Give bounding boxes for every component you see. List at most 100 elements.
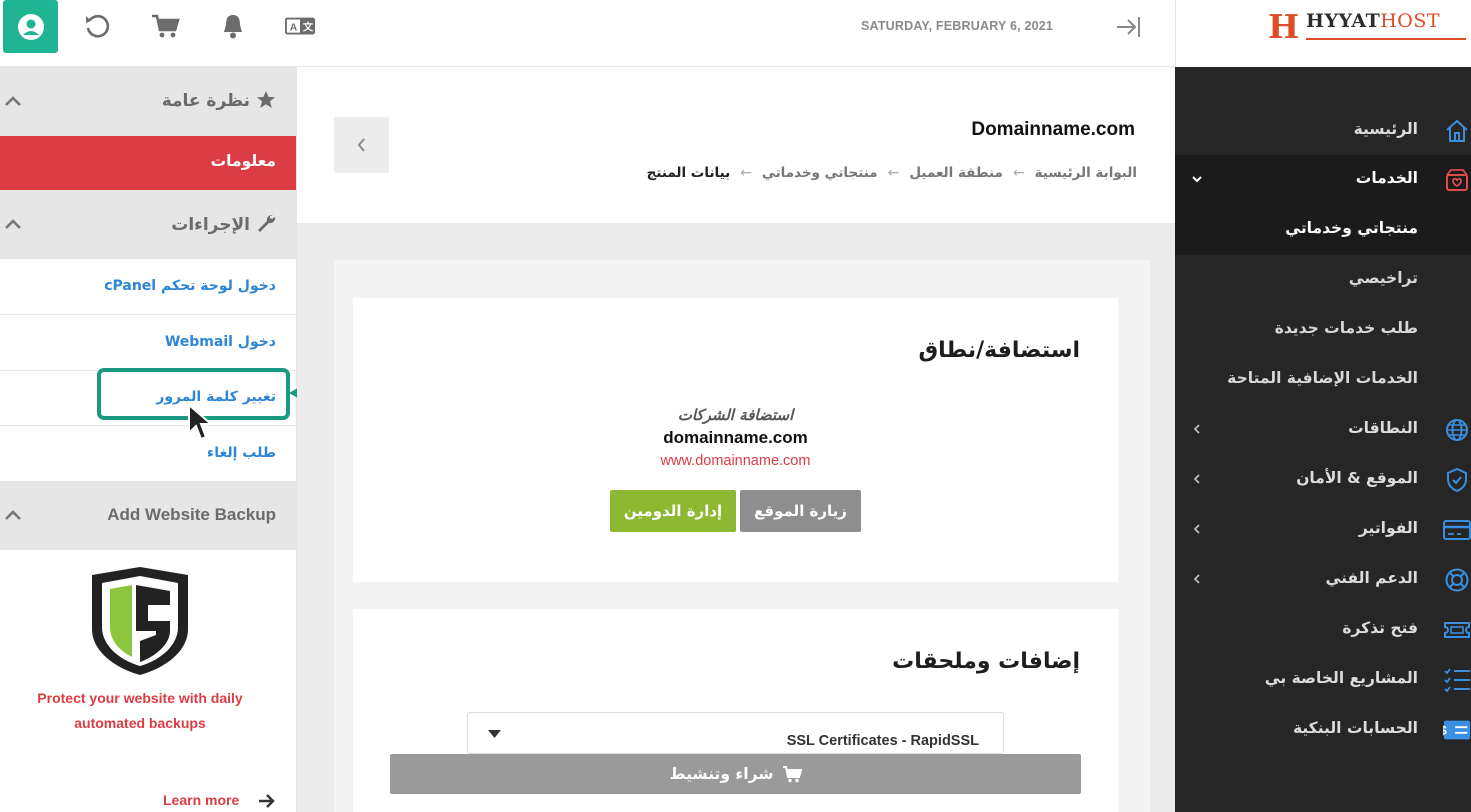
breadcrumb-current: بيانات المنتج [646,165,731,181]
box-icon [1443,166,1471,194]
arrow-icon: ← [1012,165,1025,181]
arrow-icon: ← [740,165,752,181]
cart-icon [782,766,802,783]
chevron-left-icon [1193,474,1200,484]
buy-activate-button[interactable]: شراء وتنشيط [390,754,1081,794]
notifications-button[interactable] [218,11,248,41]
refresh-icon [86,14,110,38]
chevron-left-icon [357,138,365,152]
cpanel-login-link[interactable]: دخول لوحة تحكم cPanel [0,259,296,315]
manage-domain-button[interactable]: إدارة الدومين [610,490,736,532]
buy-button-label: شراء وتنشيط [669,765,774,783]
sidebar-subitem-licenses[interactable]: تراخيصي [1175,255,1471,305]
chevron-left-icon [1193,424,1200,434]
visit-website-button[interactable]: زيارة الموقع [740,490,861,532]
sidebar-item-security[interactable]: الموقع & الأمان [1175,455,1471,505]
logo-underline [1306,38,1466,40]
hosting-section-title: استضافة/نطاق [918,338,1081,363]
backup-panel-header[interactable]: Add Website Backup [0,481,296,550]
star-icon [257,91,275,108]
user-account-button[interactable] [3,0,58,53]
wrench-icon [258,214,276,232]
sidebar-item-home[interactable]: الرئيسية [1175,106,1471,156]
overview-title: نظرة عامة [162,90,276,111]
addon-select[interactable]: SSL Certificates - RapidSSL [467,712,1004,754]
sidebar-item-projects[interactable]: المشاريع الخاصة بي [1175,655,1471,705]
page-title: Domainname.com [971,119,1135,140]
sidebar-item-label: منتجاتي وخدماتي [1285,219,1418,237]
chevron-left-icon [1193,574,1200,584]
sidebar-item-domains[interactable]: النطاقات [1175,405,1471,455]
page-header: Domainname.com البوابة الرئيسية ← منطقة … [297,67,1175,223]
sidebar-item-support[interactable]: الدعم الفني [1175,555,1471,605]
sidebar-subitem-my-products[interactable]: منتجاتي وخدماتي [1175,205,1471,255]
mouse-cursor-icon [188,403,213,441]
language-button[interactable]: A 文 [285,11,315,41]
sidebar-item-label: المشاريع الخاصة بي [1264,669,1418,687]
hosting-type: استضافة الشركات [677,406,794,424]
shield-icon [1443,466,1471,494]
cart-icon [152,14,180,38]
sidebar-item-open-ticket[interactable]: فتح تذكرة [1175,605,1471,655]
sidebar-item-label: الخدمات الإضافية المتاحة [1227,369,1418,387]
svg-text:A: A [290,23,298,34]
hosting-card: استضافة/نطاق استضافة الشركات domainname.… [353,298,1118,582]
info-tab[interactable]: معلومات [0,136,296,190]
actions-panel-header[interactable]: الإجراءات [0,190,296,259]
sidebar-item-label: النطاقات [1348,419,1418,437]
sidebar-item-bank-accounts[interactable]: $ الحسابات البنكية [1175,705,1471,755]
bank-icon: $ [1443,716,1471,744]
arrow-right-icon [259,794,275,808]
sidebar-nav: الرئيسية الخدمات منتجاتي وخدماتي تراخيصي… [1175,67,1471,812]
top-bar: A 文 SATURDAY, FEBRUARY 6, 2021 [0,0,1175,67]
left-panel: نظرة عامة معلومات الإجراءات دخول لوحة تح… [0,67,346,812]
refresh-button[interactable] [82,11,112,41]
addon-select-value: SSL Certificates - RapidSSL [786,733,979,749]
sidebar-item-label: فتح تذكرة [1342,619,1418,637]
caret-down-icon [488,730,501,738]
chevron-down-icon [1192,176,1202,183]
addons-card: إضافات وملحقات SSL Certificates - RapidS… [353,609,1118,812]
sidebar-item-invoices[interactable]: الفواتير [1175,505,1471,555]
cart-button[interactable] [150,11,180,41]
sidebar-item-label: الخدمات [1355,169,1418,187]
logo-wordmark: HYYATHOST [1306,10,1441,32]
info-label: معلومات [210,152,276,170]
sidebar-item-label: الفواتير [1358,519,1418,537]
webmail-login-link[interactable]: دخول Webmail [0,315,296,371]
sidebar-item-label: تراخيصي [1348,269,1418,287]
back-button[interactable] [334,117,389,173]
sidebar-subitem-addons[interactable]: الخدمات الإضافية المتاحة [1175,355,1471,405]
sidebar-item-services[interactable]: الخدمات [1175,155,1471,205]
lifebuoy-icon [1443,566,1471,594]
overview-panel-header[interactable]: نظرة عامة [0,67,296,136]
chevron-up-icon [5,510,21,520]
request-cancellation-link[interactable]: طلب إلغاء [0,426,296,482]
actions-title: الإجراءات [171,213,276,235]
translate-icon: A 文 [285,17,315,35]
hosting-domain: domainname.com [663,428,808,447]
breadcrumb-client-area[interactable]: منطقة العميل [909,165,1003,181]
ticket-icon [1443,616,1471,644]
learn-more-link[interactable]: Learn more [163,792,239,808]
main-content: Domainname.com البوابة الرئيسية ← منطقة … [297,67,1175,812]
collapse-sidebar-icon[interactable] [1113,12,1143,42]
current-date: SATURDAY, FEBRUARY 6, 2021 [861,19,1054,33]
backup-description: Protect your website with daily automate… [37,690,243,731]
user-icon [17,13,44,40]
brand-logo[interactable]: H HYYATHOST [1175,0,1471,67]
product-details-card: استضافة/نطاق استضافة الشركات domainname.… [334,260,1150,812]
svg-text:文: 文 [302,21,314,34]
hosting-url[interactable]: www.domainname.com [353,453,1118,469]
bell-icon [224,15,242,39]
breadcrumb-my-services[interactable]: منتجاتي وخدماتي [762,165,878,181]
home-icon [1443,117,1471,145]
breadcrumb-home[interactable]: البوابة الرئيسية [1035,165,1137,181]
addons-section-title: إضافات وملحقات [892,649,1080,674]
backup-title: Add Website Backup [107,505,276,524]
chevron-left-icon [1193,524,1200,534]
backup-shield-logo [92,567,188,675]
sidebar-subitem-order-new[interactable]: طلب خدمات جديدة [1175,305,1471,355]
svg-text:$: $ [1443,724,1447,738]
sidebar-item-label: الدعم الفني [1325,569,1418,587]
